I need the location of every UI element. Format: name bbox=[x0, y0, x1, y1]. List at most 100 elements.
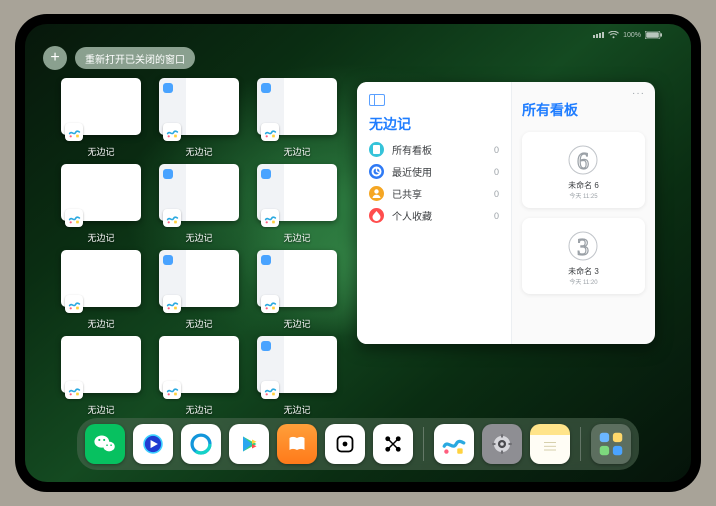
plus-icon: + bbox=[50, 50, 59, 66]
window-thumbnail[interactable]: 无边记 bbox=[61, 250, 141, 330]
board-name: 未命名 3 bbox=[568, 266, 599, 277]
board-card[interactable]: 6 未命名 6今天 11:25 bbox=[522, 132, 645, 208]
thumbnail-label: 无边记 bbox=[87, 231, 114, 244]
thumbnail-label: 无边记 bbox=[185, 231, 212, 244]
freeform-app-icon bbox=[65, 123, 83, 141]
thumbnail-image bbox=[257, 250, 337, 307]
boards-pane: 所有看板 6 未命名 6今天 11:25 3 未命名 3今天 11:20 bbox=[512, 82, 655, 344]
connect-dots-icon[interactable] bbox=[373, 424, 413, 464]
window-thumbnail[interactable]: 无边记 bbox=[257, 164, 337, 244]
boards-list: 6 未命名 6今天 11:25 3 未命名 3今天 11:20 bbox=[522, 132, 645, 294]
freeform-icon[interactable] bbox=[434, 424, 474, 464]
battery-icon bbox=[645, 31, 663, 39]
thumbnail-label: 无边记 bbox=[185, 403, 212, 416]
window-thumbnail[interactable]: 无边记 bbox=[159, 78, 239, 158]
window-thumbnail[interactable]: 无边记 bbox=[159, 164, 239, 244]
window-thumbnail[interactable]: 无边记 bbox=[61, 78, 141, 158]
thumbnail-image bbox=[61, 336, 141, 393]
thumbnail-image bbox=[257, 164, 337, 221]
status-bar: 100% bbox=[25, 26, 691, 44]
freeform-app-icon bbox=[65, 295, 83, 313]
window-thumbnail[interactable]: 无边记 bbox=[257, 78, 337, 158]
thumbnail-image bbox=[257, 336, 337, 393]
sidebar-item[interactable]: 个人收藏0 bbox=[369, 208, 499, 223]
board-card[interactable]: 3 未命名 3今天 11:20 bbox=[522, 218, 645, 294]
signal-icon bbox=[593, 32, 604, 38]
board-subtitle: 今天 11:20 bbox=[569, 277, 597, 286]
sidebar-toggle-icon[interactable] bbox=[369, 94, 385, 106]
board-subtitle: 今天 11:25 bbox=[569, 191, 597, 200]
window-thumbnail[interactable]: 无边记 bbox=[159, 336, 239, 416]
dock-separator bbox=[423, 427, 424, 461]
wechat-icon[interactable] bbox=[85, 424, 125, 464]
freeform-app-icon bbox=[261, 209, 279, 227]
wifi-icon bbox=[608, 31, 619, 39]
thumbnail-label: 无边记 bbox=[283, 317, 310, 330]
svg-text:3: 3 bbox=[577, 235, 589, 261]
new-window-button[interactable]: + bbox=[43, 46, 67, 70]
notes-icon[interactable] bbox=[530, 424, 570, 464]
menu-label: 已共享 bbox=[392, 186, 494, 201]
dice-icon[interactable] bbox=[325, 424, 365, 464]
menu-count: 0 bbox=[494, 189, 499, 199]
window-thumbnail[interactable]: 无边记 bbox=[257, 336, 337, 416]
thumbnail-label: 无边记 bbox=[283, 403, 310, 416]
thumbnail-image bbox=[159, 78, 239, 135]
menu-icon bbox=[369, 208, 384, 223]
sidebar-item[interactable]: 最近使用0 bbox=[369, 164, 499, 179]
menu-count: 0 bbox=[494, 167, 499, 177]
window-thumbnail[interactable]: 无边记 bbox=[257, 250, 337, 330]
settings-icon[interactable] bbox=[482, 424, 522, 464]
thumbnail-image bbox=[61, 78, 141, 135]
dock-separator bbox=[580, 427, 581, 461]
thumbnail-image bbox=[159, 336, 239, 393]
menu-count: 0 bbox=[494, 145, 499, 155]
freeform-app-icon bbox=[261, 295, 279, 313]
thumbnail-label: 无边记 bbox=[87, 145, 114, 158]
thumbnail-label: 无边记 bbox=[87, 317, 114, 330]
thumbnail-image bbox=[159, 250, 239, 307]
dock bbox=[77, 418, 639, 470]
menu-icon bbox=[369, 142, 384, 157]
tencent-video-icon[interactable] bbox=[133, 424, 173, 464]
sidebar-title: 无边记 bbox=[369, 114, 499, 134]
front-window[interactable]: ··· 无边记 所有看板0最近使用0已共享0个人收藏0 所有看板 6未命名 6今… bbox=[357, 82, 655, 344]
content: 无边记无边记无边记无边记无边记无边记无边记无边记无边记无边记无边记无边记 ···… bbox=[61, 78, 655, 412]
thumbnail-image bbox=[61, 164, 141, 221]
window-grid: 无边记无边记无边记无边记无边记无边记无边记无边记无边记无边记无边记无边记 bbox=[61, 78, 337, 412]
battery-label: 100% bbox=[623, 32, 641, 39]
playstore-icon[interactable] bbox=[229, 424, 269, 464]
more-icon[interactable]: ··· bbox=[632, 88, 645, 99]
sidebar-menu: 所有看板0最近使用0已共享0个人收藏0 bbox=[369, 142, 499, 223]
freeform-app-icon bbox=[163, 209, 181, 227]
thumbnail-label: 无边记 bbox=[87, 403, 114, 416]
window-thumbnail[interactable]: 无边记 bbox=[61, 336, 141, 416]
boards-title: 所有看板 bbox=[522, 100, 645, 120]
freeform-app-icon bbox=[261, 123, 279, 141]
menu-label: 最近使用 bbox=[392, 164, 494, 179]
thumbnail-label: 无边记 bbox=[283, 231, 310, 244]
thumbnail-image bbox=[61, 250, 141, 307]
menu-label: 个人收藏 bbox=[392, 208, 494, 223]
board-name: 未命名 6 bbox=[568, 180, 599, 191]
freeform-app-icon bbox=[163, 295, 181, 313]
board-sketch: 3 bbox=[557, 226, 609, 266]
menu-icon bbox=[369, 186, 384, 201]
reopen-label: 重新打开已关闭的窗口 bbox=[85, 51, 185, 66]
reopen-closed-button[interactable]: 重新打开已关闭的窗口 bbox=[75, 47, 195, 69]
thumbnail-image bbox=[257, 78, 337, 135]
sidebar-item[interactable]: 已共享0 bbox=[369, 186, 499, 201]
app-library-icon[interactable] bbox=[591, 424, 631, 464]
window-thumbnail[interactable]: 无边记 bbox=[61, 164, 141, 244]
board-sketch: 6 bbox=[557, 140, 609, 180]
qq-browser-icon[interactable] bbox=[181, 424, 221, 464]
freeform-app-icon bbox=[261, 381, 279, 399]
svg-text:6: 6 bbox=[577, 149, 589, 175]
freeform-app-icon bbox=[163, 123, 181, 141]
sidebar-pane: 无边记 所有看板0最近使用0已共享0个人收藏0 bbox=[357, 82, 512, 344]
window-thumbnail[interactable]: 无边记 bbox=[159, 250, 239, 330]
thumbnail-label: 无边记 bbox=[283, 145, 310, 158]
sidebar-item[interactable]: 所有看板0 bbox=[369, 142, 499, 157]
screen: 100% + 重新打开已关闭的窗口 无边记无边记无边记无边记无边记无边记无边记无… bbox=[25, 24, 691, 482]
books-icon[interactable] bbox=[277, 424, 317, 464]
